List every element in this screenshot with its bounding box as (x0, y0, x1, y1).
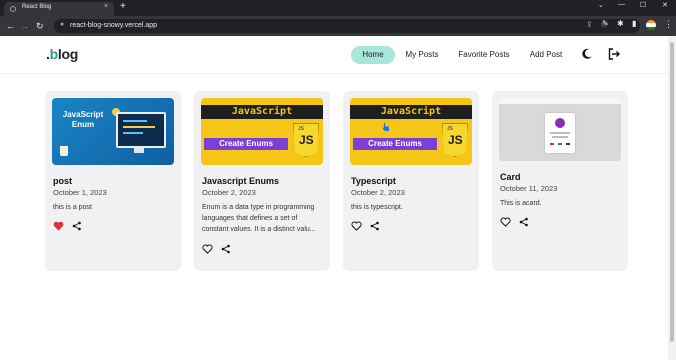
share-icon[interactable]: ⇪ (586, 20, 593, 29)
back-icon[interactable]: ← (6, 20, 15, 32)
tab-title: React Blog (22, 4, 52, 10)
maximize-button[interactable]: ☐ (640, 1, 646, 9)
post-card[interactable]: Card October 11, 2023 This is acard. (492, 91, 628, 271)
close-window-button[interactable]: ✕ (662, 1, 668, 9)
browser-tab-bar: React Blog × + ⌄ — ☐ ✕ (0, 0, 676, 16)
pen-icon[interactable]: ✎ (602, 19, 609, 28)
heart-outline-icon[interactable] (500, 217, 511, 227)
thumbnail-badge: Create Enums (204, 138, 288, 150)
tab-search-icon[interactable]: ⌄ (598, 1, 604, 9)
post-thumbnail[interactable]: JavaScript Enum (52, 98, 174, 165)
post-excerpt: This is acard. (500, 200, 542, 207)
sidebar-icon[interactable]: ▮ (632, 19, 636, 28)
nav-home[interactable]: Home (351, 46, 395, 64)
post-excerpt: this is typescript. (351, 204, 403, 211)
page-scrollbar[interactable] (668, 36, 676, 360)
page: .blog Home My Posts Favorite Posts Add P… (0, 36, 668, 360)
scrollbar-thumb[interactable] (670, 42, 674, 342)
cursor-hand-icon (383, 123, 389, 131)
tab-favicon-icon (10, 6, 16, 12)
monitor-illustration (116, 112, 166, 148)
site-info-icon[interactable]: ● (60, 21, 64, 28)
header-divider (0, 73, 668, 74)
nav-my-posts[interactable]: My Posts (403, 46, 441, 64)
post-card[interactable]: JavaScript Create Enums JS JS Javascript … (194, 91, 330, 271)
post-card[interactable]: JavaScript Enum post October 1, 2023 this… (45, 91, 181, 271)
site-logo[interactable]: .blog (46, 46, 78, 62)
heart-outline-icon[interactable] (202, 244, 213, 254)
post-title[interactable]: Typescript (351, 176, 396, 186)
thumbnail-badge: Create Enums (353, 138, 437, 150)
js-logo-icon: JS JS (293, 123, 319, 157)
thumbnail-caption: JavaScript Enum (62, 110, 104, 129)
forward-icon[interactable]: → (20, 20, 29, 32)
address-bar-url: react-blog-snowy.vercel.app (70, 22, 158, 29)
post-date: October 2, 2023 (202, 188, 256, 197)
browser-tab[interactable]: React Blog × (4, 2, 114, 16)
post-date: October 1, 2023 (53, 188, 107, 197)
heart-outline-icon[interactable] (351, 221, 362, 231)
post-excerpt: Enum is a data type in programming langu… (202, 204, 316, 233)
js-logo-icon: JS JS (442, 123, 468, 157)
post-date: October 11, 2023 (500, 184, 558, 193)
share-icon[interactable] (370, 221, 380, 231)
post-card[interactable]: JavaScript Create Enums JS JS Typescript … (343, 91, 479, 271)
post-thumbnail[interactable]: JavaScript Create Enums JS JS (201, 98, 323, 165)
thumbnail-heading: JavaScript (350, 105, 472, 119)
post-actions (202, 240, 235, 254)
post-date: October 2, 2023 (351, 188, 405, 197)
extensions-icon[interactable]: ✱ (617, 19, 624, 28)
logout-icon[interactable] (607, 47, 621, 61)
post-title[interactable]: Javascript Enums (202, 176, 279, 186)
profile-flag-icon[interactable] (646, 20, 656, 30)
address-bar[interactable]: ● react-blog-snowy.vercel.app ⇪ ☆ (54, 19, 640, 33)
menu-icon[interactable]: ⋮ (664, 19, 673, 30)
post-excerpt: this is a post (53, 204, 92, 211)
post-thumbnail[interactable] (499, 98, 621, 161)
nav-favorite-posts[interactable]: Favorite Posts (455, 46, 513, 64)
share-icon[interactable] (519, 217, 529, 227)
post-actions (351, 217, 384, 231)
share-icon[interactable] (72, 221, 82, 231)
thumbnail-heading: JavaScript (201, 105, 323, 119)
share-icon[interactable] (221, 244, 231, 254)
nav-add-post[interactable]: Add Post (526, 46, 566, 64)
moon-icon[interactable] (580, 47, 594, 61)
post-thumbnail[interactable]: JavaScript Create Enums JS JS (350, 98, 472, 165)
post-actions (500, 213, 533, 227)
heart-filled-icon[interactable] (53, 221, 64, 231)
minimize-button[interactable]: — (618, 1, 625, 8)
monitor-stand (134, 147, 144, 153)
post-title[interactable]: post (53, 176, 72, 186)
post-title[interactable]: Card (500, 172, 521, 182)
reload-icon[interactable]: ↻ (36, 20, 44, 32)
cup-illustration (60, 146, 68, 156)
post-actions (53, 217, 86, 231)
tab-close-icon[interactable]: × (104, 3, 108, 10)
browser-toolbar: ← → ↻ ● react-blog-snowy.vercel.app ⇪ ☆ … (0, 16, 676, 36)
new-tab-button[interactable]: + (120, 1, 126, 12)
profile-card-preview (545, 113, 575, 153)
